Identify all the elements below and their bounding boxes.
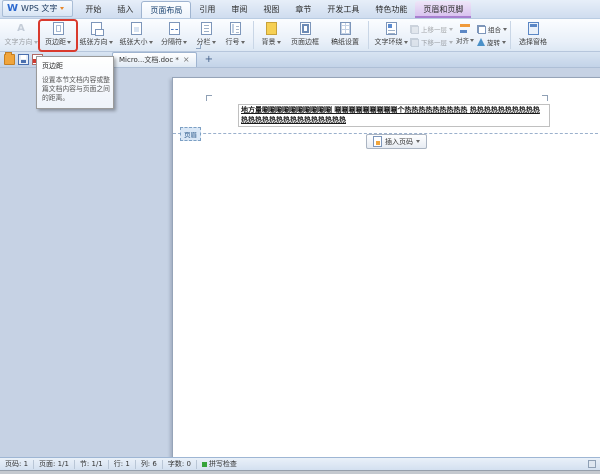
send-backward-button: 下移一层 — [410, 37, 453, 47]
tooltip-title: 页边距 — [42, 62, 63, 70]
chevron-down-icon — [416, 140, 420, 143]
bring-forward-icon — [410, 24, 419, 34]
tab-review[interactable]: 审阅 — [223, 1, 255, 18]
open-folder-icon[interactable] — [4, 52, 15, 65]
margins-button[interactable]: 页边距 — [40, 21, 76, 50]
page-margins-icon — [52, 22, 64, 35]
status-bar: 页码: 1 页面: 1/1 节: 1/1 行: 1 列: 6 字数: 0 拼写检… — [0, 457, 600, 470]
page-borders-icon — [299, 22, 311, 35]
header-text-line: 地方量唰唰唰唰唰唰唰唰唰唰 唰唰唰唰唰唰唰唰唰个热热热热热热热热热 热热热热热热… — [241, 106, 540, 114]
background-button[interactable]: 背景 — [257, 21, 285, 50]
page-layout-ribbon: A 文字方向 页边距 纸张方向 纸张大小 分隔符 分栏 行号 背景 页面边框 稿… — [0, 19, 600, 52]
page-background-icon — [265, 22, 277, 35]
page-setup-dialog-launcher-icon[interactable] — [196, 44, 201, 49]
layer-buttons-stack: 上移一层 下移一层 — [410, 21, 453, 47]
status-spellcheck[interactable]: 拼写检查 — [197, 459, 242, 469]
paper-orientation-icon — [90, 22, 104, 36]
tab-page-layout[interactable]: 页面布局 — [141, 1, 192, 18]
status-page-number: 页码: 1 — [5, 460, 29, 468]
paper-orientation-button[interactable]: 纸张方向 — [76, 21, 116, 50]
paper-size-icon — [130, 22, 142, 35]
document-workspace: 地方量唰唰唰唰唰唰唰唰唰唰 唰唰唰唰唰唰唰唰唰个热热热热热热热热热 热热热热热热… — [0, 68, 600, 459]
send-backward-icon — [410, 37, 419, 47]
page-break-icon — [168, 22, 180, 35]
status-line: 行: 1 — [113, 460, 130, 468]
header-text-line: 热热热热热热热热热热热热热热热 — [241, 115, 346, 124]
paper-size-button[interactable]: 纸张大小 — [116, 21, 156, 50]
align-button[interactable]: 对齐 — [456, 21, 474, 45]
document-tab-label: Micro...文档.doc * — [119, 56, 179, 64]
new-tab-button[interactable]: + — [205, 55, 213, 65]
tab-dev-tools[interactable]: 开发工具 — [319, 1, 367, 18]
insert-page-number-button[interactable]: 插入页码 — [366, 134, 427, 149]
wps-logo-icon: W — [7, 2, 19, 14]
selection-pane-button[interactable]: 选择窗格 — [514, 21, 552, 50]
text-direction-button: A 文字方向 — [2, 21, 40, 50]
text-direction-icon: A — [17, 23, 25, 34]
window-bottom-edge — [0, 470, 600, 474]
selection-pane-icon — [527, 22, 539, 35]
manuscript-grid-icon — [339, 22, 351, 35]
line-numbers-icon — [229, 22, 241, 35]
text-wrap-button[interactable]: 文字环绕 — [372, 21, 410, 50]
resize-grip-icon[interactable] — [588, 460, 596, 468]
ribbon-divider — [368, 21, 369, 49]
title-bar: W WPS 文字 开始 插入 页面布局 引用 审阅 视图 章节 开发工具 特色功… — [0, 0, 600, 19]
document-page[interactable]: 地方量唰唰唰唰唰唰唰唰唰唰 唰唰唰唰唰唰唰唰唰个热热热热热热热热热 热热热热热热… — [172, 77, 600, 459]
tooltip-body: 设置本节文档内容或整 — [42, 76, 110, 84]
tab-insert[interactable]: 插入 — [109, 1, 141, 18]
page-borders-button[interactable]: 页面边框 — [285, 21, 325, 50]
columns-icon — [200, 22, 212, 35]
group-objects-icon — [477, 24, 486, 34]
breaks-button[interactable]: 分隔符 — [156, 21, 192, 50]
tab-view[interactable]: 视图 — [255, 1, 287, 18]
app-title: WPS 文字 — [21, 4, 58, 13]
tab-home[interactable]: 开始 — [77, 1, 109, 18]
ribbon-divider — [510, 21, 511, 49]
header-tag-badge: 页眉 — [180, 127, 201, 141]
tab-header-footer[interactable]: 页眉和页脚 — [415, 1, 472, 18]
document-tab[interactable]: Micro...文档.doc * × — [112, 52, 197, 67]
ribbon-tab-strip: 开始 插入 页面布局 引用 审阅 视图 章节 开发工具 特色功能 页眉和页脚 — [77, 1, 472, 18]
tooltip-body: 篇文档内容与页面之间 — [42, 85, 110, 93]
margin-crop-mark — [206, 95, 212, 101]
manuscript-paper-button[interactable]: 稿纸设置 — [325, 21, 365, 50]
page-number-icon — [373, 136, 382, 147]
header-text-frame[interactable]: 地方量唰唰唰唰唰唰唰唰唰唰 唰唰唰唰唰唰唰唰唰个热热热热热热热热热 热热热热热热… — [238, 104, 550, 127]
close-icon[interactable]: × — [183, 56, 190, 64]
spellcheck-status-icon — [201, 461, 207, 467]
text-wrap-icon — [385, 22, 397, 35]
status-section: 节: 1/1 — [79, 460, 103, 468]
align-objects-icon — [459, 24, 471, 33]
tooltip-body: 的距离。 — [42, 94, 70, 102]
status-column: 列: 6 — [140, 460, 157, 468]
tab-references[interactable]: 引用 — [191, 1, 223, 18]
save-icon[interactable] — [18, 54, 29, 65]
status-word-count[interactable]: 字数: 0 — [163, 459, 196, 469]
rotate-button[interactable]: 旋转 — [477, 37, 507, 47]
rotate-icon — [477, 38, 485, 46]
chevron-down-icon — [60, 7, 65, 10]
wps-app-button[interactable]: W WPS 文字 — [2, 0, 74, 17]
status-page: 页面: 1/1 — [39, 460, 69, 468]
ribbon-divider — [253, 21, 254, 49]
group-button[interactable]: 组合 — [477, 24, 507, 34]
line-numbers-button[interactable]: 行号 — [220, 21, 250, 50]
margin-crop-mark — [542, 95, 548, 101]
margins-tooltip: 页边距 设置本节文档内容或整 篇文档内容与页面之间 的距离。 — [36, 56, 114, 109]
tab-section[interactable]: 章节 — [287, 1, 319, 18]
group-rotate-stack: 组合 旋转 — [477, 21, 507, 47]
bring-forward-button: 上移一层 — [410, 24, 453, 34]
tab-special-features[interactable]: 特色功能 — [367, 1, 415, 18]
